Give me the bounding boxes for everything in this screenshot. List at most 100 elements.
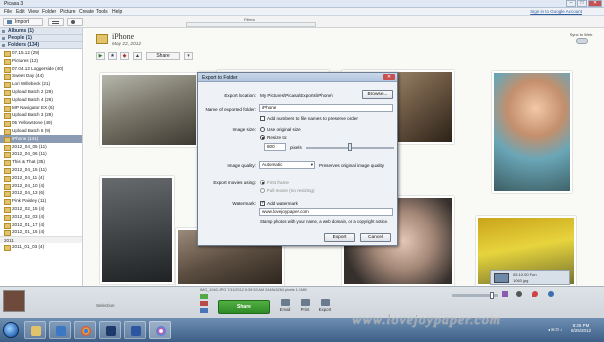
taskbar-photoshop[interactable] (99, 321, 121, 339)
photo-thumbnail[interactable] (100, 176, 174, 284)
close-button[interactable]: ✕ (588, 0, 602, 7)
add-icon[interactable] (200, 308, 208, 313)
first-frame-label: First frame (267, 180, 289, 185)
resize-radio[interactable] (260, 135, 265, 140)
menu-help[interactable]: Help (112, 9, 122, 15)
taskbar-picasa[interactable] (149, 321, 171, 339)
folder-item[interactable]: Upload Batch 3 (29) (0, 111, 82, 120)
full-movie-radio[interactable] (260, 188, 265, 193)
folder-item[interactable]: 2011_01_03 (4) (0, 243, 82, 251)
folder-item-selected[interactable]: iPhone (141) (0, 134, 82, 143)
folder-name-input[interactable]: iPhone (259, 104, 393, 112)
browse-button[interactable]: Browse... (362, 90, 393, 99)
sync-label: Sync to Web (569, 32, 593, 37)
photoshop-icon (106, 326, 116, 336)
folder-item[interactable]: 07.15.12 (29) (0, 49, 82, 57)
taskbar-chrome[interactable] (74, 321, 96, 339)
folder-item[interactable]: 2012_01_17 (4) (0, 221, 82, 229)
clock[interactable]: 8:26 PM 8/25/2012 (566, 323, 596, 333)
info-icon[interactable] (548, 291, 554, 297)
filters-strip[interactable] (186, 22, 316, 27)
print-icon (300, 299, 310, 306)
folder-item[interactable]: Lori Willebeck (21) (0, 80, 82, 88)
use-original-radio[interactable] (260, 127, 265, 132)
folder-item[interactable]: Pink Paisley (11) (0, 197, 82, 205)
watermark-input[interactable]: www.lovejoypaper.com (259, 208, 393, 216)
folder-item[interactable]: Pictures (12) (0, 57, 82, 65)
tag-icon[interactable] (502, 291, 508, 297)
add-watermark-checkbox[interactable] (260, 200, 265, 206)
watermark-overlay: www.lovejoypaper.com (352, 313, 501, 328)
badge-count: 1063 jpg (513, 278, 529, 283)
share-button[interactable]: Share (218, 300, 270, 314)
zoom-slider[interactable] (452, 292, 498, 299)
group-folders[interactable]: Folders (134) (0, 42, 82, 49)
import-button[interactable]: Import (3, 18, 43, 26)
group-people[interactable]: People (1) (0, 35, 82, 42)
clear-icon[interactable] (200, 301, 208, 306)
zoom-slider-thumb[interactable] (490, 292, 494, 299)
play-slideshow-button[interactable]: ▶ (96, 52, 105, 60)
year-header[interactable]: 2011 (0, 236, 82, 244)
start-button[interactable] (3, 322, 19, 338)
folder-item[interactable]: 05 Yellowstone (49) (0, 119, 82, 127)
menu-create[interactable]: Create (79, 9, 94, 15)
folder-item[interactable]: 2012_02_15 (4) (0, 205, 82, 213)
resize-value-input[interactable]: 800 (264, 143, 286, 151)
person-icon[interactable] (516, 291, 522, 297)
photo-thumbnail[interactable] (100, 73, 198, 147)
folder-item[interactable]: 2012_04_13 (6) (0, 189, 82, 198)
folder-item[interactable]: MP Navigator EX (6) (0, 104, 82, 112)
system-tray[interactable]: ◂ ✉ ⊡ ♪ (548, 327, 562, 332)
folder-item[interactable]: Upload Batch 4 (26) (0, 96, 82, 104)
folder-item[interactable]: This & That (35) (0, 158, 82, 166)
tag-button[interactable]: ◆ (120, 52, 129, 60)
folder-item[interactable]: Sweet Day (44) (0, 72, 82, 81)
menu-folder[interactable]: Folder (42, 9, 56, 15)
sync-toggle[interactable] (576, 38, 588, 44)
minimize-button[interactable]: – (566, 0, 576, 7)
add-numbers-checkbox[interactable] (260, 116, 265, 121)
menu-edit[interactable]: Edit (16, 9, 25, 15)
maximize-button[interactable]: □ (577, 0, 587, 7)
menu-picture[interactable]: Picture (60, 9, 76, 15)
print-button[interactable]: Print (294, 299, 316, 312)
album-share-button[interactable]: Share (146, 52, 180, 60)
folder-item[interactable]: Upload Batch 2 (29) (0, 88, 82, 96)
folder-item[interactable]: 2012_04_06 (11) (0, 150, 82, 159)
folder-item[interactable]: 2012_04_05 (11) (0, 143, 82, 151)
folder-item[interactable]: 2012_02_03 (4) (0, 213, 82, 221)
export-button[interactable]: Export (324, 233, 355, 242)
image-quality-select[interactable]: Automatic ▾ (259, 161, 315, 169)
dialog-close-button[interactable]: ✕ (383, 74, 395, 80)
taskbar-word[interactable] (124, 321, 146, 339)
location-icon[interactable] (532, 291, 538, 297)
menu-file[interactable]: File (4, 9, 12, 15)
export-bottom-button[interactable]: Export (314, 299, 336, 312)
folder-item[interactable]: Upload Batch 5 (9) (0, 127, 82, 135)
folder-item[interactable]: 07.04.12 Loggerside (40) (0, 65, 82, 73)
menu-view[interactable]: View (28, 9, 39, 15)
folder-item[interactable]: 2012_01_15 (4) (0, 228, 82, 237)
folder-item[interactable]: 2012_04_10 (4) (0, 182, 82, 190)
group-albums[interactable]: Albums (1) (0, 28, 82, 35)
photo-tray[interactable] (3, 290, 25, 312)
first-frame-radio[interactable] (260, 180, 265, 185)
taskbar-media[interactable] (49, 321, 71, 339)
people-button[interactable] (67, 18, 83, 26)
album-options-button[interactable]: ▾ (184, 52, 193, 60)
sign-in-link[interactable]: Sign in to Google Account (530, 9, 582, 14)
folder-item[interactable]: 2012_04_11 (4) (0, 174, 82, 182)
resize-slider-thumb[interactable] (348, 143, 352, 151)
email-button[interactable]: Email (274, 299, 296, 312)
blue-star-button[interactable]: ★ (108, 52, 117, 60)
menu-tools[interactable]: Tools (96, 9, 108, 15)
add-watermark-label: Add watermark (267, 201, 298, 206)
upload-button[interactable]: ▲ (133, 52, 142, 60)
hold-icon[interactable] (200, 294, 208, 299)
folder-item[interactable]: 2012_04_15 (11) (0, 166, 82, 174)
taskbar-explorer[interactable] (24, 321, 46, 339)
cancel-button[interactable]: Cancel (360, 233, 391, 242)
photo-thumbnail[interactable] (492, 71, 572, 193)
view-list-button[interactable] (48, 18, 64, 26)
